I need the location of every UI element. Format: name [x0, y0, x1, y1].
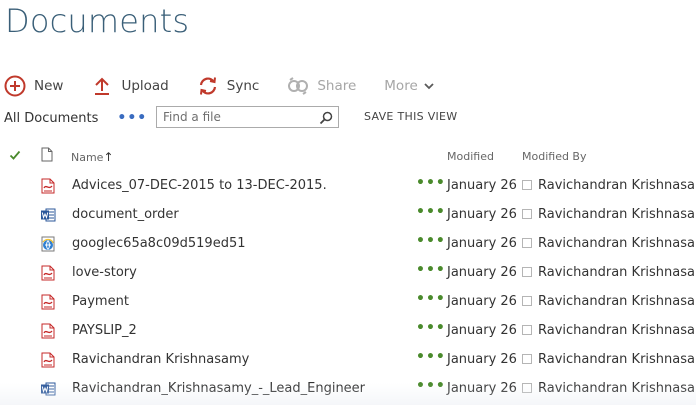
view-options-ellipsis[interactable]: ••• — [117, 110, 147, 126]
modified-by-link[interactable]: Ravichandran Krishnasamy — [538, 265, 696, 280]
table-row[interactable]: document_order ••• January 26 Ravichandran … — [0, 200, 696, 229]
table-row[interactable]: love-story ••• January 26 Ravichandran Kris… — [0, 258, 696, 287]
table-row[interactable]: Ravichandran Krishnasamy ••• January 26 Rav… — [0, 345, 696, 374]
row-ellipsis-button[interactable]: ••• — [416, 204, 446, 220]
file-name-link[interactable]: googlec65a8c09d519ed51 — [72, 236, 246, 251]
row-ellipsis-button[interactable]: ••• — [416, 349, 446, 365]
table-row[interactable]: Advices_07-DEC-2015 to 13-DEC-2015. ••• Ja… — [0, 171, 696, 200]
select-all-checkmark-icon[interactable] — [9, 149, 21, 164]
presence-indicator — [522, 383, 532, 393]
column-header-modified[interactable]: Modified — [447, 150, 494, 163]
modified-date: January 26 — [447, 178, 517, 193]
pdf-icon — [40, 178, 56, 194]
file-name-link[interactable]: Payment — [72, 294, 129, 309]
modified-date: January 26 — [447, 381, 517, 396]
file-name-link[interactable]: love-story — [72, 265, 137, 280]
document-list: Advices_07-DEC-2015 to 13-DEC-2015. ••• Ja… — [0, 171, 696, 403]
pdf-icon — [40, 294, 56, 310]
share-button[interactable]: Share — [287, 73, 356, 99]
file-name-link[interactable]: document_order — [72, 207, 179, 222]
table-row[interactable]: PAYSLIP_2 ••• January 26 Ravichandran Krish… — [0, 316, 696, 345]
row-ellipsis-button[interactable]: ••• — [416, 320, 446, 336]
list-header: Name↑ Modified Modified By — [0, 145, 696, 169]
modified-date: January 26 — [447, 207, 517, 222]
table-row[interactable]: Payment ••• January 26 Ravichandran Krishna… — [0, 287, 696, 316]
word-icon — [40, 207, 56, 223]
file-name-link[interactable]: Ravichandran Krishnasamy — [72, 352, 249, 367]
modified-by-link[interactable]: Ravichandran Krishnasamy — [538, 178, 696, 193]
modified-by-link[interactable]: Ravichandran Krishnasamy — [538, 236, 696, 251]
view-selector[interactable]: All Documents — [4, 111, 98, 126]
pdf-icon — [40, 265, 56, 281]
row-ellipsis-button[interactable]: ••• — [416, 262, 446, 278]
sort-ascending-icon: ↑ — [103, 150, 114, 164]
table-row[interactable]: Ravichandran_Krishnasamy_-_Lead_Engineer… — [0, 374, 696, 403]
plus-circle-icon — [4, 75, 26, 97]
presence-indicator — [522, 354, 532, 364]
share-label: Share — [317, 78, 357, 94]
sync-icon — [197, 75, 219, 97]
sync-label: Sync — [226, 78, 260, 94]
new-button[interactable]: New — [4, 73, 63, 99]
page-title: Documents — [5, 2, 190, 40]
search-input[interactable] — [157, 108, 313, 126]
modified-by-link[interactable]: Ravichandran Krishnasamy — [538, 294, 696, 309]
search-icon[interactable] — [319, 110, 333, 125]
new-label: New — [34, 78, 64, 94]
file-name-link[interactable]: PAYSLIP_2 — [72, 323, 137, 338]
word-icon — [40, 381, 56, 397]
row-ellipsis-button[interactable]: ••• — [416, 291, 446, 307]
command-bar: New Upload Sync Share More — [4, 73, 462, 99]
more-button[interactable]: More — [384, 73, 434, 99]
upload-button[interactable]: Upload — [91, 73, 169, 99]
file-name-link[interactable]: Advices_07-DEC-2015 to 13-DEC-2015. — [72, 178, 327, 193]
column-header-modified-by[interactable]: Modified By — [522, 150, 587, 163]
save-view-button[interactable]: SAVE THIS VIEW — [364, 110, 458, 123]
presence-indicator — [522, 180, 532, 190]
presence-indicator — [522, 325, 532, 335]
chevron-down-icon — [424, 82, 434, 90]
modified-date: January 26 — [447, 236, 517, 251]
modified-date: January 26 — [447, 323, 517, 338]
table-row[interactable]: googlec65a8c09d519ed51 ••• January 26 Ravic… — [0, 229, 696, 258]
file-name-link[interactable]: Ravichandran_Krishnasamy_-_Lead_Engineer — [72, 381, 365, 396]
more-label: More — [384, 78, 418, 94]
html-icon — [40, 236, 56, 252]
pdf-icon — [40, 323, 56, 339]
row-ellipsis-button[interactable]: ••• — [416, 233, 446, 249]
search-box — [156, 106, 339, 128]
share-icon — [287, 75, 309, 97]
upload-icon — [91, 75, 113, 97]
view-bar: All Documents ••• SAVE THIS VIEW — [4, 106, 694, 130]
row-ellipsis-button[interactable]: ••• — [416, 175, 446, 191]
presence-indicator — [522, 238, 532, 248]
upload-label: Upload — [121, 78, 169, 94]
name-header-label: Name — [71, 151, 104, 164]
modified-by-link[interactable]: Ravichandran Krishnasamy — [538, 323, 696, 338]
pdf-icon — [40, 352, 56, 368]
sync-button[interactable]: Sync — [197, 73, 260, 99]
modified-by-link[interactable]: Ravichandran Krishnasamy — [538, 207, 696, 222]
modified-by-link[interactable]: Ravichandran Krishnasamy — [538, 381, 696, 396]
presence-indicator — [522, 267, 532, 277]
presence-indicator — [522, 209, 532, 219]
row-ellipsis-button[interactable]: ••• — [416, 378, 446, 394]
modified-date: January 26 — [447, 265, 517, 280]
modified-date: January 26 — [447, 352, 517, 367]
column-header-name[interactable]: Name↑ — [71, 150, 114, 164]
modified-date: January 26 — [447, 294, 517, 309]
modified-by-link[interactable]: Ravichandran Krishnasamy — [538, 352, 696, 367]
file-type-header-icon — [41, 147, 53, 165]
presence-indicator — [522, 296, 532, 306]
